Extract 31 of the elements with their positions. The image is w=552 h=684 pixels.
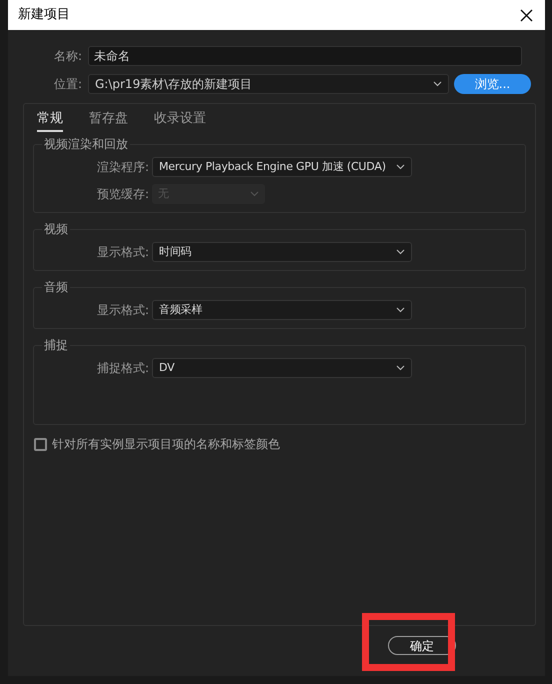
field-label: 名称: <box>52 48 83 65</box>
window-title: 新建项目 <box>18 6 70 24</box>
chevron-down-icon <box>396 249 405 255</box>
field-label: 渲染程序: <box>96 159 150 176</box>
location-dropdown[interactable]: G:\pr19素材\存放的新建项目 <box>88 74 449 94</box>
group-title: 音频 <box>42 279 70 295</box>
dropdown[interactable]: 音频采样 <box>152 300 412 320</box>
tab[interactable]: 暂存盘 <box>89 108 128 132</box>
field-label: 显示格式: <box>96 302 150 319</box>
name-field[interactable]: 未命名 <box>88 46 522 66</box>
chevron-down-icon <box>433 81 442 87</box>
chevron-down-icon <box>250 191 259 197</box>
close-icon[interactable] <box>520 8 533 22</box>
chevron-down-icon <box>396 307 405 313</box>
chevron-down-icon <box>396 164 405 170</box>
dropdown[interactable]: 时间码 <box>152 242 412 262</box>
checkbox[interactable] <box>34 438 47 450</box>
chevron-down-icon <box>396 365 405 371</box>
field-label: 预览缓存: <box>96 186 150 203</box>
dropdown[interactable]: DV <box>152 358 412 378</box>
field-label: 显示格式: <box>96 244 150 261</box>
tab[interactable]: 常规 <box>37 108 63 132</box>
ok-button[interactable]: 确定 <box>388 636 456 655</box>
field-label: 捕捉格式: <box>96 360 150 377</box>
group-title: 视频 <box>42 221 70 237</box>
group-title: 视频渲染和回放 <box>42 136 130 152</box>
dropdown[interactable]: Mercury Playback Engine GPU 加速 (CUDA) <box>152 157 412 177</box>
checkbox-label: 针对所有实例显示项目项的名称和标签颜色 <box>52 436 280 453</box>
field-label: 位置: <box>52 76 83 93</box>
group-title: 捕捉 <box>42 337 70 353</box>
tab[interactable]: 收录设置 <box>154 108 206 132</box>
